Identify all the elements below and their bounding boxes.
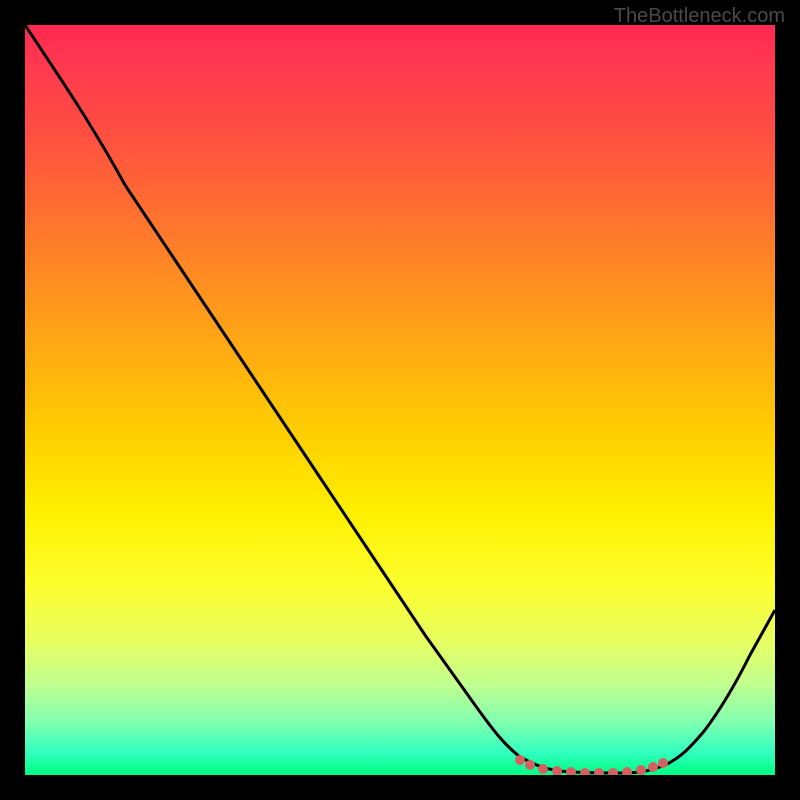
chart-plot-area — [25, 25, 775, 775]
watermark-text: TheBottleneck.com — [614, 5, 785, 28]
bottleneck-curve-svg — [25, 25, 775, 775]
curve-path — [25, 25, 775, 773]
